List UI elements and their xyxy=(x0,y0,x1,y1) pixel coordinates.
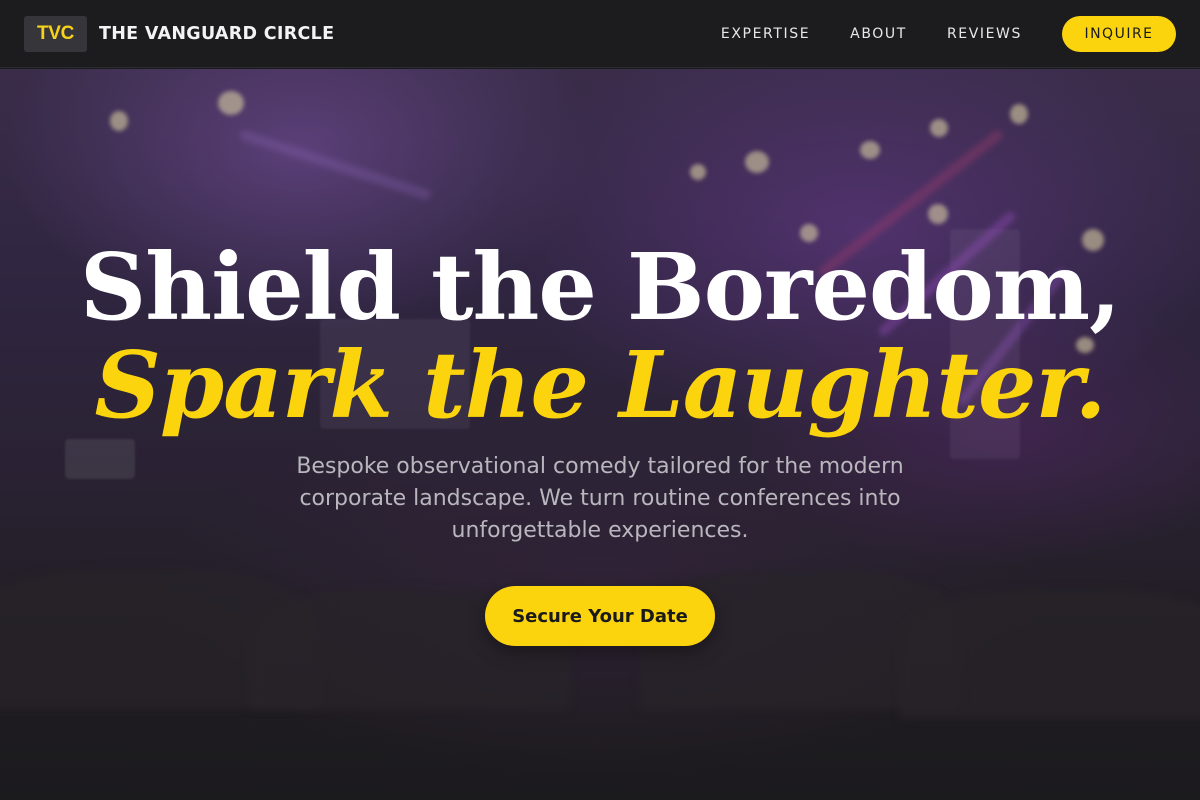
brand[interactable]: TVC THE VANGUARD CIRCLE xyxy=(24,15,334,52)
stage-light xyxy=(930,119,948,137)
inquire-button[interactable]: INQUIRE xyxy=(1062,15,1176,52)
nav-links: EXPERTISE ABOUT REVIEWS INQUIRE xyxy=(721,15,1176,52)
stage-screen xyxy=(65,439,135,479)
stage-light xyxy=(928,204,948,224)
top-navbar: TVC THE VANGUARD CIRCLE EXPERTISE ABOUT … xyxy=(0,0,1200,68)
hero-headline-line2: Spark the Laughter. xyxy=(94,331,1106,439)
light-beam xyxy=(238,129,432,201)
stage-light xyxy=(745,151,769,173)
brand-logo[interactable]: TVC xyxy=(24,15,87,52)
stage-light xyxy=(110,111,128,131)
stage-light xyxy=(218,91,244,115)
nav-link-about[interactable]: ABOUT xyxy=(850,26,907,42)
nav-link-expertise[interactable]: EXPERTISE xyxy=(721,26,810,42)
hero-section: Shield the Boredom, Spark the Laughter. … xyxy=(0,69,1200,800)
brand-name[interactable]: THE VANGUARD CIRCLE xyxy=(99,24,334,44)
hero-subtitle: Bespoke observational comedy tailored fo… xyxy=(296,454,904,543)
stage-light xyxy=(1010,104,1028,124)
stage-light xyxy=(690,164,706,180)
audience-tables xyxy=(900,589,1200,719)
nav-link-reviews[interactable]: REVIEWS xyxy=(947,26,1022,42)
secure-date-button[interactable]: Secure Your Date xyxy=(485,586,715,646)
stage-light xyxy=(860,141,880,159)
hero-headline-line1: Shield the Boredom, xyxy=(79,233,1121,341)
